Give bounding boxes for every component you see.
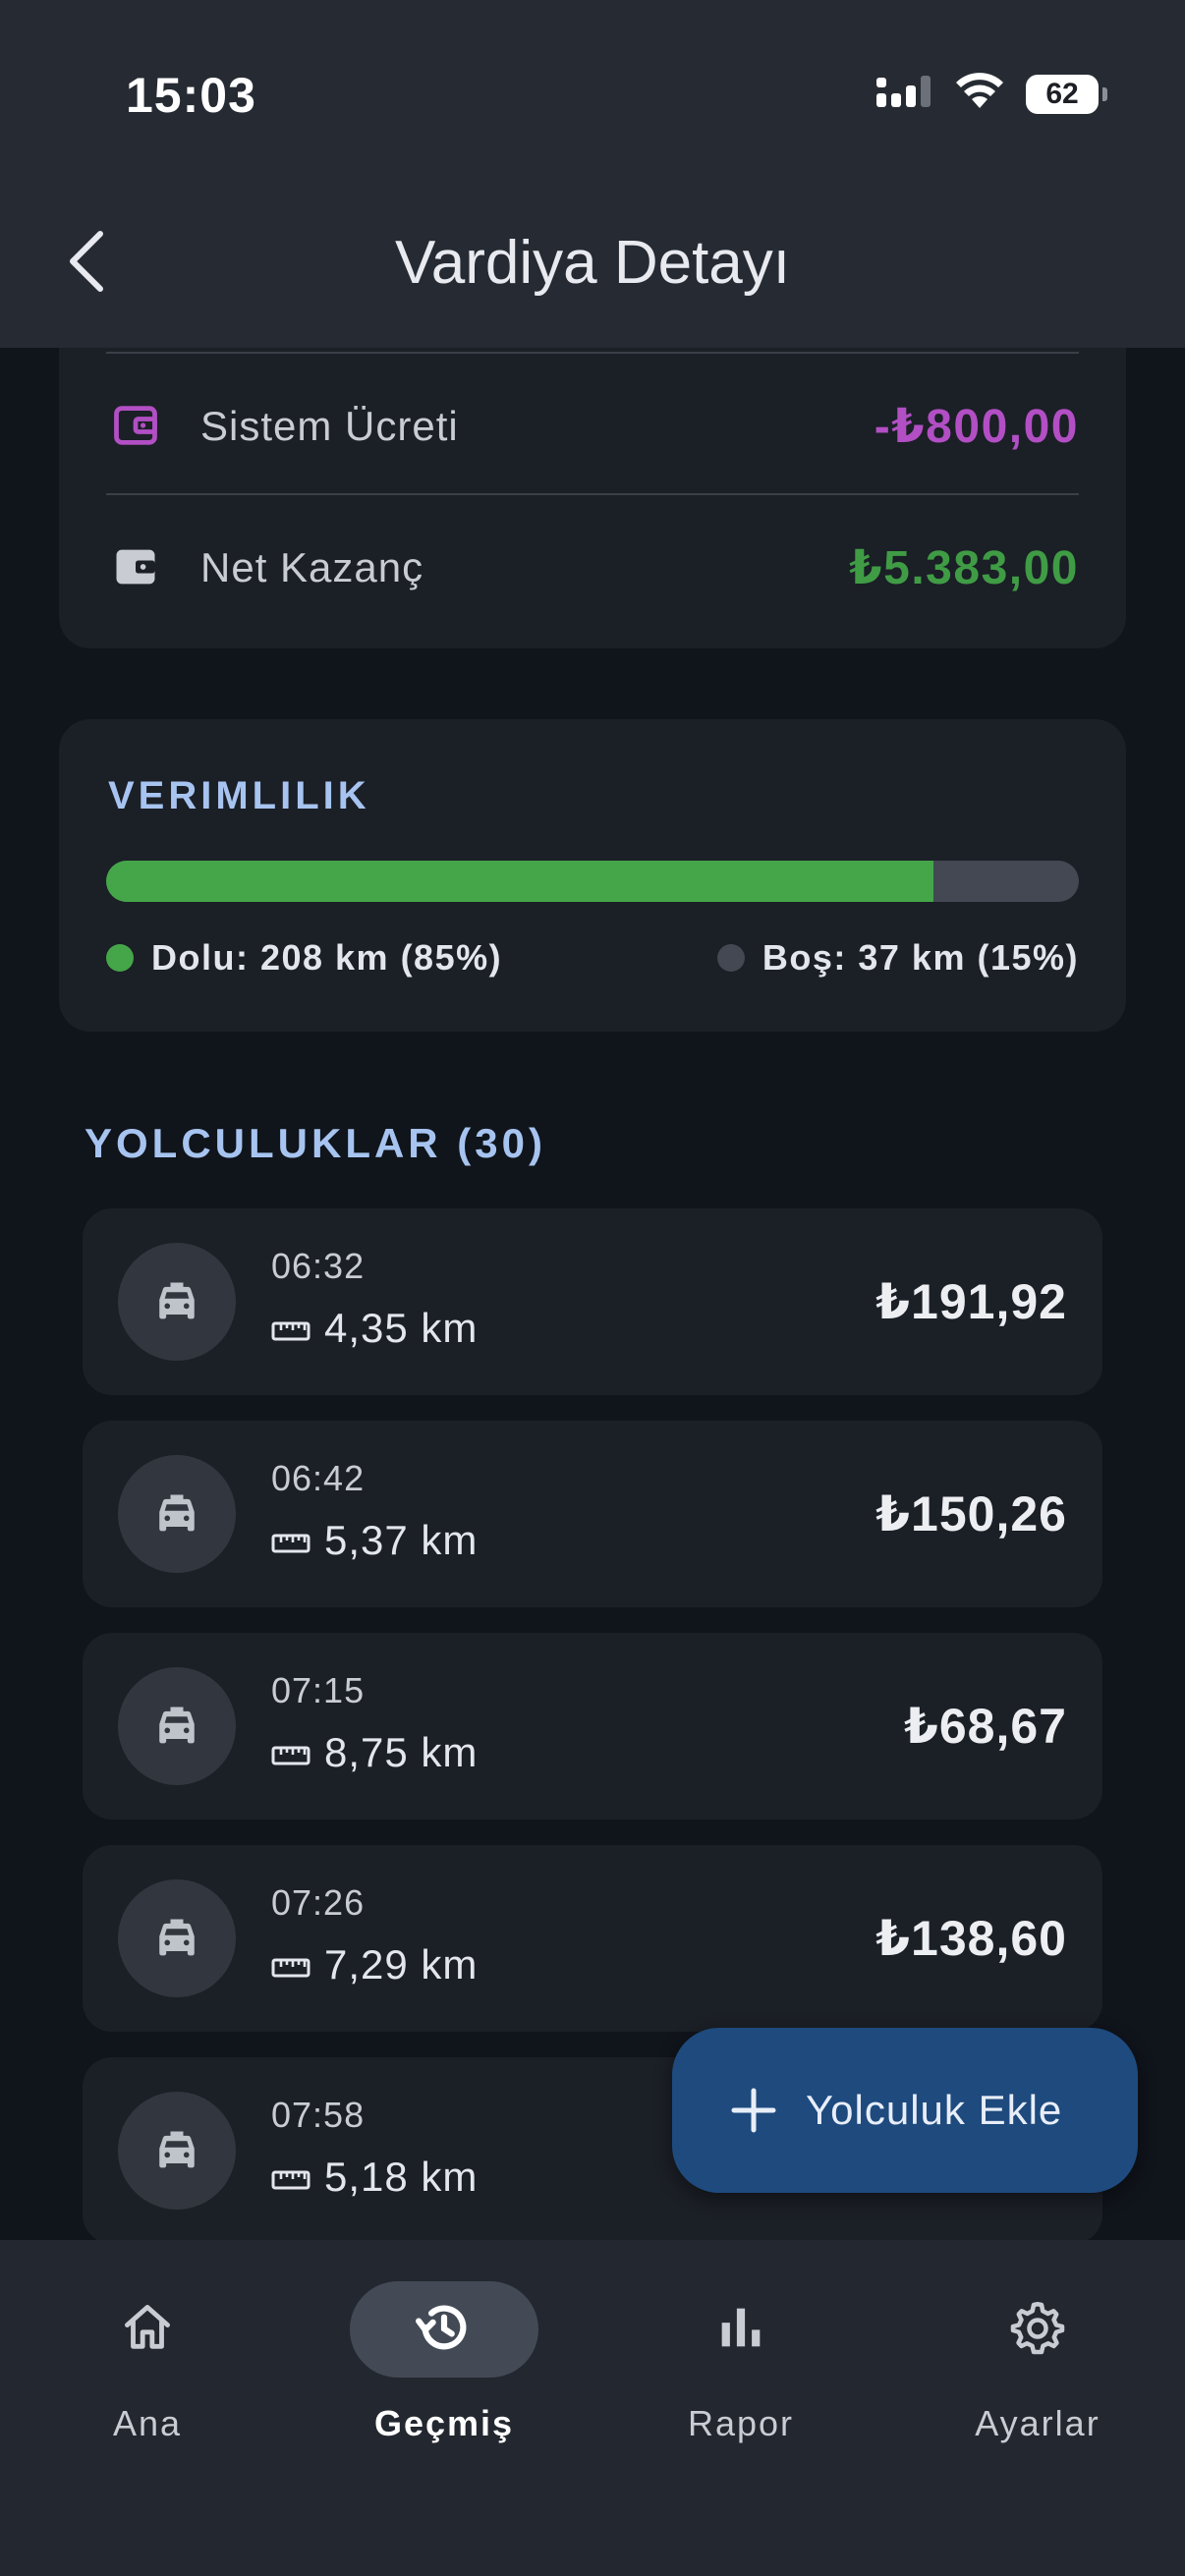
nav-pill [943, 2281, 1132, 2378]
occupied-label: Dolu: 208 km (85%) [151, 937, 503, 978]
nav-item-home[interactable]: Ana [29, 2281, 265, 2478]
ruler-icon [271, 1305, 310, 1352]
efficiency-bar-occupied [106, 861, 933, 902]
trip-distance: 5,37 km [271, 1517, 478, 1564]
wifi-icon [955, 73, 1004, 115]
earnings-card: Sistem Ücreti -₺800,00 Net Kazanç ₺5.383… [59, 295, 1126, 648]
efficiency-card: VERIMLILIK Dolu: 208 km (85%) Boş: 37 km… [59, 719, 1126, 1032]
trip-price: ₺150,26 [875, 1486, 1067, 1541]
legend-empty: Boş: 37 km (15%) [716, 937, 1079, 979]
trips-section-title: YOLCULUKLAR (30) [85, 1120, 546, 1166]
trip-distance: 8,75 km [271, 1729, 478, 1776]
trip-distance: 4,35 km [271, 1305, 478, 1352]
system-fee-label: Sistem Ücreti [200, 403, 459, 449]
system-fee-value: -₺800,00 [874, 401, 1079, 453]
battery-icon: 62 [1026, 74, 1107, 114]
trip-distance-value: 5,18 km [324, 2154, 479, 2200]
trip-row[interactable]: 06:42 5,37 km ₺150,26 [83, 1421, 1102, 1607]
add-trip-button[interactable]: Yolculuk Ekle [672, 2028, 1138, 2193]
trip-price: ₺68,67 [904, 1699, 1067, 1754]
trip-row[interactable]: 07:26 7,29 km ₺138,60 [83, 1845, 1102, 2032]
nav-item-settings[interactable]: Ayarlar [920, 2281, 1156, 2478]
trip-distance-value: 7,29 km [324, 1941, 479, 1988]
nav-pill [53, 2281, 242, 2378]
gear-icon [1008, 2298, 1067, 2362]
taxi-icon [118, 1243, 236, 1361]
page-title: Vardiya Detayı [394, 229, 791, 297]
wallet-icon [110, 400, 161, 451]
net-income-row: Net Kazanç ₺5.383,00 [59, 497, 1126, 635]
nav-label-report: Rapor [687, 2403, 795, 2443]
net-income-label: Net Kazanç [200, 544, 424, 590]
status-time: 15:03 [126, 68, 256, 123]
screen: Sistem Ücreti -₺800,00 Net Kazanç ₺5.383… [0, 0, 1185, 2576]
efficiency-title: VERIMLILIK [108, 774, 370, 817]
nav-pill-active [350, 2281, 538, 2378]
app-bar: 15:03 62 Vardiya Detayı [0, 0, 1185, 348]
trip-time: 07:15 [271, 1670, 366, 1710]
divider [106, 352, 1079, 354]
status-icons: 62 [876, 73, 1107, 115]
occupied-dot [106, 944, 134, 972]
efficiency-bar [106, 861, 1079, 902]
trip-distance-value: 8,75 km [324, 1729, 479, 1775]
add-trip-label: Yolculuk Ekle [806, 2087, 1063, 2133]
ruler-icon [271, 1517, 310, 1564]
bar-chart-icon [712, 2299, 769, 2361]
trip-price: ₺138,60 [875, 1911, 1067, 1966]
trip-time: 07:26 [271, 1882, 366, 1923]
empty-label: Boş: 37 km (15%) [762, 937, 1079, 978]
taxi-icon [118, 2092, 236, 2210]
divider [106, 493, 1079, 495]
trip-row[interactable]: 07:15 8,75 km ₺68,67 [83, 1633, 1102, 1820]
taxi-icon [118, 1455, 236, 1573]
trip-distance-value: 4,35 km [324, 1305, 479, 1351]
history-icon [414, 2297, 475, 2363]
cellular-signal-icon [876, 74, 933, 114]
system-fee-row: Sistem Ücreti -₺800,00 [59, 356, 1126, 493]
ruler-icon [271, 1941, 310, 1988]
trip-distance-value: 5,37 km [324, 1517, 479, 1563]
home-icon [119, 2299, 176, 2361]
legend-occupied: Dolu: 208 km (85%) [106, 937, 502, 979]
trip-time: 07:58 [271, 2095, 366, 2135]
nav-item-history[interactable]: Geçmiş [326, 2281, 562, 2478]
trip-distance: 5,18 km [271, 2154, 478, 2201]
plus-icon [729, 2086, 778, 2135]
ruler-icon [271, 1729, 310, 1776]
bottom-nav: Ana Geçmiş Rapor Ayarlar [0, 2240, 1185, 2576]
trip-time: 06:32 [271, 1246, 366, 1286]
nav-pill [647, 2281, 835, 2378]
nav-label-history: Geçmiş [373, 2403, 515, 2443]
ruler-icon [271, 2154, 310, 2201]
trip-time: 06:42 [271, 1458, 366, 1498]
net-income-value: ₺5.383,00 [849, 542, 1079, 594]
empty-dot [716, 944, 745, 972]
trip-distance: 7,29 km [271, 1941, 478, 1988]
nav-item-report[interactable]: Rapor [623, 2281, 859, 2478]
taxi-icon [118, 1879, 236, 1997]
wallet-icon [110, 541, 161, 592]
trip-price: ₺191,92 [875, 1274, 1067, 1329]
trip-row[interactable]: 06:32 4,35 km ₺191,92 [83, 1208, 1102, 1395]
nav-label-settings: Ayarlar [975, 2403, 1100, 2443]
nav-label-home: Ana [112, 2403, 183, 2443]
taxi-icon [118, 1667, 236, 1785]
